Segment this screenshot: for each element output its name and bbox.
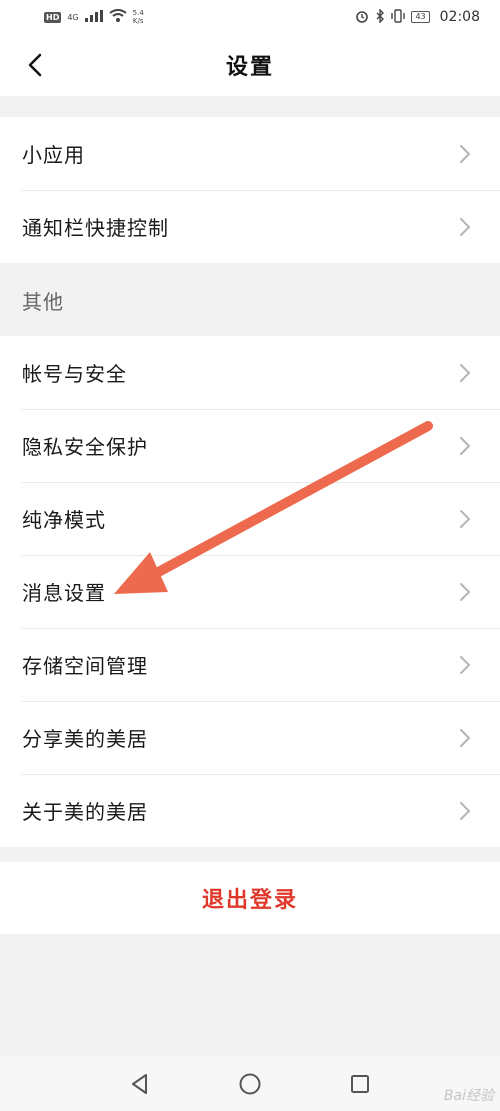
page-title: 设置 <box>225 55 274 80</box>
signal-icon <box>84 9 103 25</box>
settings-item-label: 小应用 <box>22 143 85 167</box>
wifi-icon <box>109 9 127 25</box>
chevron-right-icon <box>460 436 471 455</box>
settings-item-label: 纯净模式 <box>22 508 106 532</box>
chevron-left-icon <box>28 53 42 77</box>
chevron-right-icon <box>460 582 471 601</box>
clock: 02:08 <box>439 9 480 25</box>
logout-label: 退出登录 <box>201 888 298 913</box>
settings-item-share-app[interactable]: 分享美的美居 <box>0 701 500 774</box>
system-nav-bar <box>0 1056 500 1111</box>
settings-item-label: 消息设置 <box>22 581 106 605</box>
status-right: 43 02:08 <box>355 7 480 26</box>
chevron-right-icon <box>460 509 471 528</box>
settings-group-top: 小应用 通知栏快捷控制 <box>0 117 500 263</box>
settings-item-storage-management[interactable]: 存储空间管理 <box>0 628 500 701</box>
chevron-right-icon <box>460 363 471 382</box>
settings-item-label: 通知栏快捷控制 <box>22 216 169 240</box>
vibrate-icon <box>391 8 406 26</box>
chevron-right-icon <box>460 801 471 820</box>
back-button[interactable] <box>18 48 52 82</box>
net-speed: 5.4 K/s <box>133 9 144 25</box>
status-bar: HD 4G 5.4 K/s 43 02:08 <box>0 0 500 34</box>
settings-item-pure-mode[interactable]: 纯净模式 <box>0 482 500 555</box>
square-recents-icon <box>351 1074 369 1093</box>
nav-home-button[interactable] <box>230 1064 270 1104</box>
chevron-right-icon <box>460 655 471 674</box>
settings-item-account-security[interactable]: 帐号与安全 <box>0 336 500 409</box>
net-speed-unit: K/s <box>132 17 144 25</box>
settings-item-notification-shortcuts[interactable]: 通知栏快捷控制 <box>0 190 500 263</box>
chevron-right-icon <box>460 217 471 236</box>
net-speed-value: 5.4 <box>132 9 144 17</box>
settings-item-label: 分享美的美居 <box>22 727 148 751</box>
section-header-other: 其他 <box>0 264 500 336</box>
settings-item-label: 隐私安全保护 <box>22 435 148 459</box>
settings-item-label: 存储空间管理 <box>22 654 148 678</box>
header: 设置 <box>0 34 500 96</box>
signal-gen-label: 4G <box>67 12 79 22</box>
nav-recents-button[interactable] <box>340 1064 380 1104</box>
watermark: Bai经验 <box>443 1088 494 1104</box>
alarm-icon <box>355 9 369 26</box>
settings-item-message-settings[interactable]: 消息设置 <box>0 555 500 628</box>
chevron-right-icon <box>460 144 471 163</box>
status-left: HD 4G 5.4 K/s <box>44 9 144 25</box>
settings-item-label: 帐号与安全 <box>22 362 127 386</box>
battery-icon: 43 <box>411 11 430 23</box>
settings-item-mini-apps[interactable]: 小应用 <box>0 117 500 190</box>
settings-item-about-app[interactable]: 关于美的美居 <box>0 774 500 847</box>
triangle-back-icon <box>132 1073 147 1094</box>
settings-item-label: 关于美的美居 <box>22 800 148 824</box>
circle-home-icon <box>239 1073 261 1094</box>
hd-badge: HD <box>44 11 62 23</box>
bluetooth-icon <box>375 7 385 26</box>
chevron-right-icon <box>460 728 471 747</box>
nav-back-button[interactable] <box>120 1064 160 1104</box>
settings-group-other: 帐号与安全 隐私安全保护 纯净模式 消息设置 存储空间管理 分享美的美居 关于美… <box>0 336 500 847</box>
logout-button[interactable]: 退出登录 <box>0 862 500 934</box>
settings-item-privacy-protection[interactable]: 隐私安全保护 <box>0 409 500 482</box>
